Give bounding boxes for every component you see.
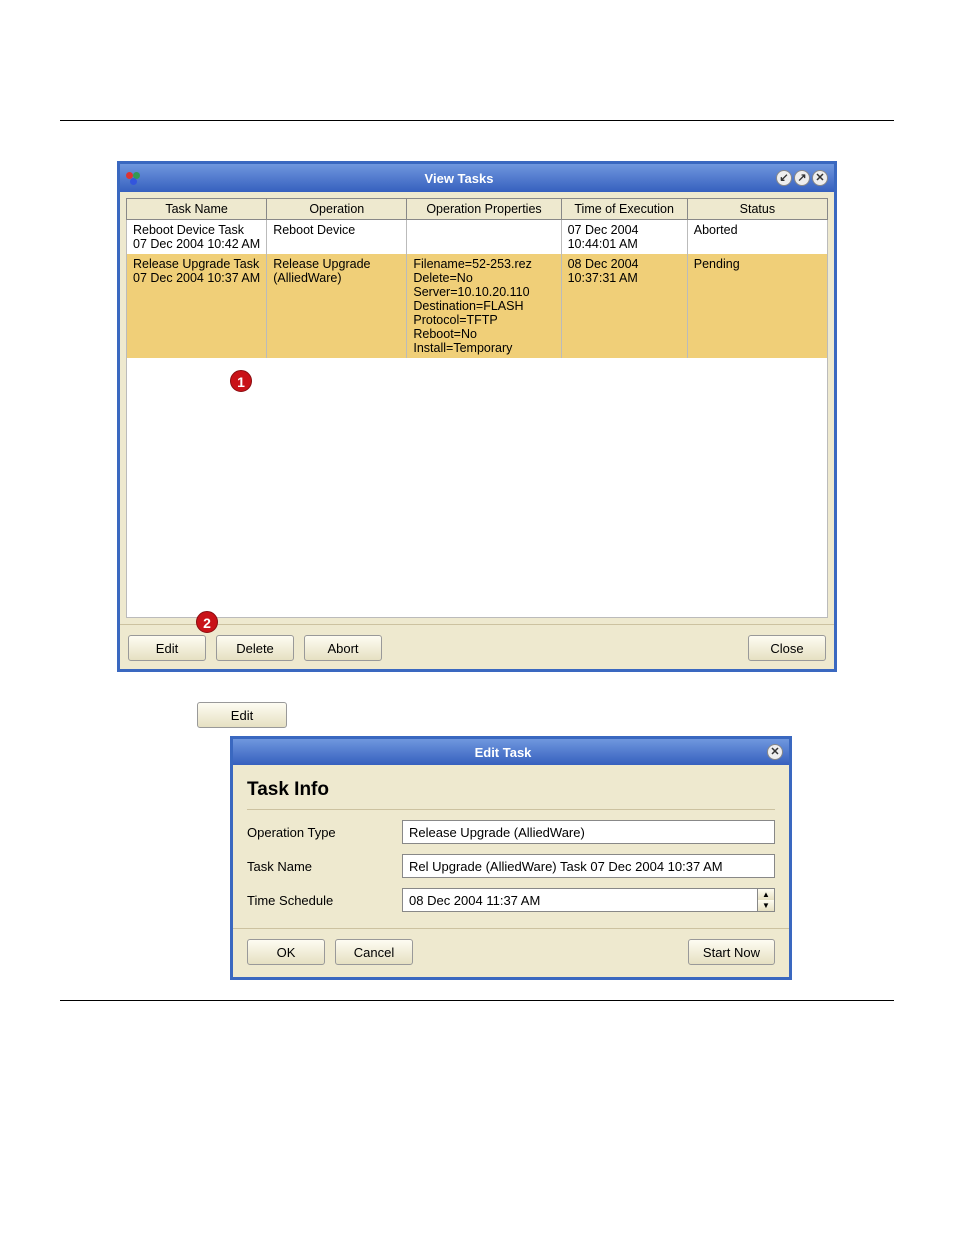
view-tasks-button-row: Edit Delete Abort Close [120, 624, 834, 669]
close-icon[interactable]: ✕ [767, 744, 783, 760]
task-info-heading: Task Info [247, 775, 775, 809]
operation-type-label: Operation Type [247, 825, 402, 840]
time-schedule-input[interactable] [402, 888, 757, 912]
ok-button[interactable]: OK [247, 939, 325, 965]
cell-time: 08 Dec 2004 10:37:31 AM [561, 254, 687, 358]
cell-taskname: Reboot Device Task 07 Dec 2004 10:42 AM [127, 220, 267, 255]
time-schedule-label: Time Schedule [247, 893, 402, 908]
cell-taskname: Release Upgrade Task 07 Dec 2004 10:37 A… [127, 254, 267, 358]
delete-button[interactable]: Delete [216, 635, 294, 661]
iconify-icon[interactable]: ↙ [776, 170, 792, 186]
view-tasks-window: View Tasks ↙ ↗ ✕ Task Name Operation Ope… [117, 161, 837, 672]
spinner-down-icon[interactable]: ▼ [758, 900, 774, 911]
cell-status: Pending [687, 254, 827, 358]
close-button[interactable]: Close [748, 635, 826, 661]
edit-task-titlebar[interactable]: Edit Task ✕ [233, 739, 789, 765]
col-operation[interactable]: Operation [267, 199, 407, 220]
edit-task-dialog: Edit Task ✕ Task Info Operation Type Rel… [230, 736, 792, 980]
table-row[interactable]: Release Upgrade Task 07 Dec 2004 10:37 A… [127, 254, 828, 358]
window-title: View Tasks [142, 171, 776, 186]
cell-props [407, 220, 561, 255]
cancel-button[interactable]: Cancel [335, 939, 413, 965]
table-row[interactable]: Reboot Device Task 07 Dec 2004 10:42 AM … [127, 220, 828, 255]
edit-button-standalone[interactable]: Edit [197, 702, 287, 728]
task-name-label: Task Name [247, 859, 402, 874]
top-rule [60, 120, 894, 121]
close-icon[interactable]: ✕ [812, 170, 828, 186]
callout-1-badge: 1 [230, 370, 252, 392]
table-empty-area [126, 358, 828, 618]
abort-button[interactable]: Abort [304, 635, 382, 661]
cell-time: 07 Dec 2004 10:44:01 AM [561, 220, 687, 255]
app-icon [126, 170, 142, 186]
col-status[interactable]: Status [687, 199, 827, 220]
operation-type-field: Release Upgrade (AlliedWare) [402, 820, 775, 844]
edit-task-button-row: OK Cancel Start Now [233, 928, 789, 977]
maximize-icon[interactable]: ↗ [794, 170, 810, 186]
col-props[interactable]: Operation Properties [407, 199, 561, 220]
callout-2-badge: 2 [196, 611, 218, 633]
bottom-rule [60, 1000, 894, 1001]
dialog-title: Edit Task [239, 745, 767, 760]
col-taskname[interactable]: Task Name [127, 199, 267, 220]
task-name-input[interactable] [402, 854, 775, 878]
spinner-up-icon[interactable]: ▲ [758, 889, 774, 900]
col-time[interactable]: Time of Execution [561, 199, 687, 220]
cell-operation: Release Upgrade (AlliedWare) [267, 254, 407, 358]
view-tasks-titlebar[interactable]: View Tasks ↙ ↗ ✕ [120, 164, 834, 192]
cell-status: Aborted [687, 220, 827, 255]
time-schedule-spinner[interactable]: ▲ ▼ [402, 888, 775, 912]
cell-operation: Reboot Device [267, 220, 407, 255]
cell-props: Filename=52-253.rez Delete=No Server=10.… [407, 254, 561, 358]
edit-button[interactable]: Edit [128, 635, 206, 661]
tasks-table: Task Name Operation Operation Properties… [126, 198, 828, 358]
start-now-button[interactable]: Start Now [688, 939, 775, 965]
